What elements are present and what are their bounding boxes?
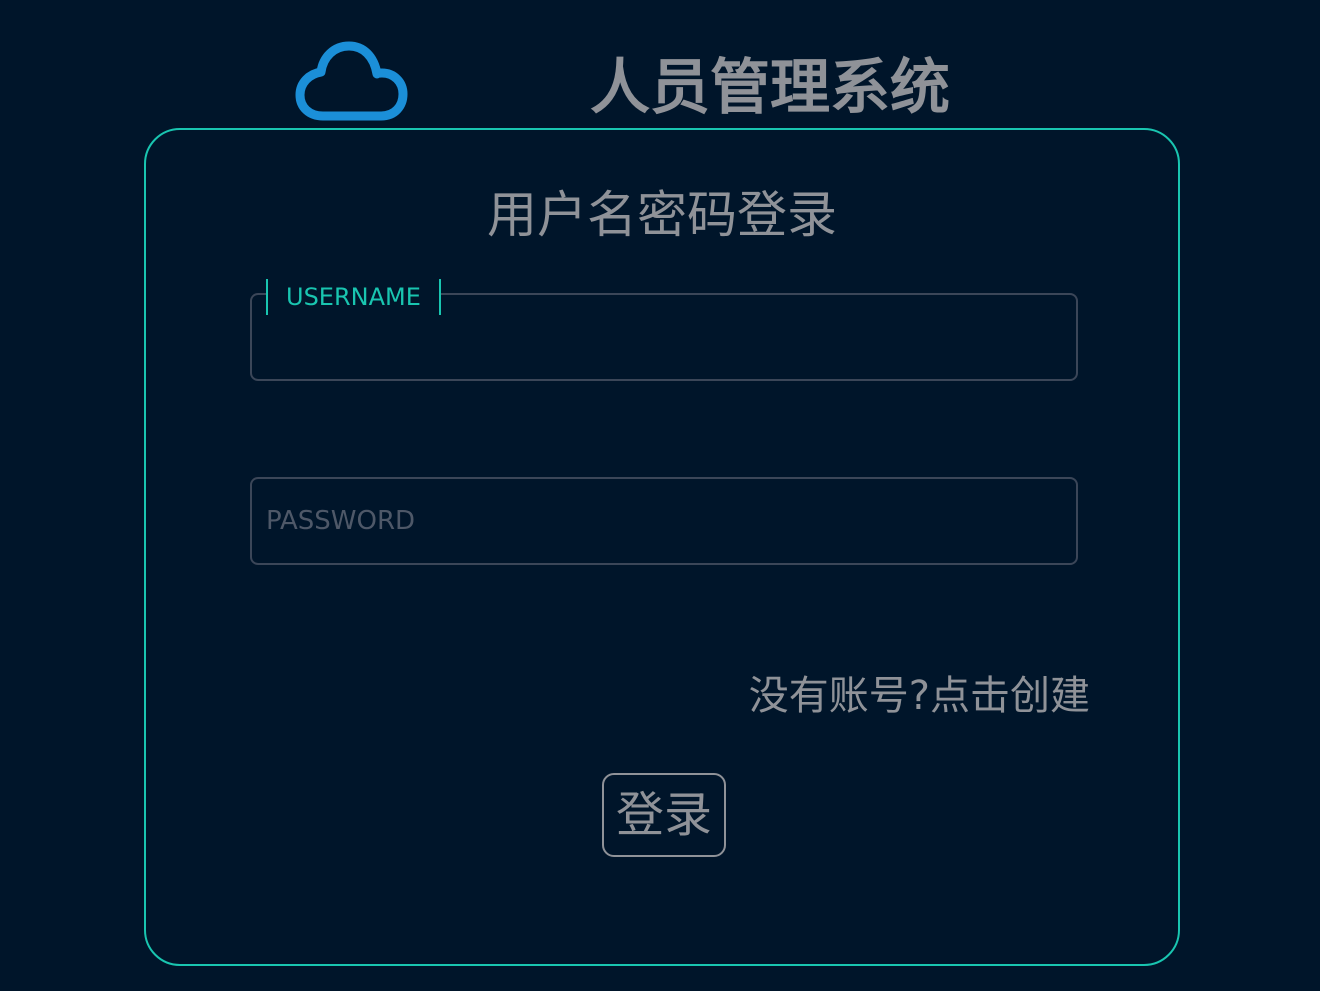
username-field: USERNAME [250,279,1078,381]
password-input[interactable] [252,479,1076,563]
login-button[interactable]: 登录 [602,773,726,857]
cloud-icon [295,41,408,121]
register-link[interactable]: 没有账号?点击创建 [749,668,1090,724]
login-page: 人员管理系统 用户名密码登录 USERNAME 没有账号?点击创建 登录 [0,0,1320,991]
app-title: 人员管理系统 [590,53,950,123]
password-field [250,477,1078,565]
login-card-title: 用户名密码登录 [487,186,837,244]
username-label: USERNAME [266,279,441,315]
login-card: 用户名密码登录 USERNAME 没有账号?点击创建 登录 [144,128,1180,966]
